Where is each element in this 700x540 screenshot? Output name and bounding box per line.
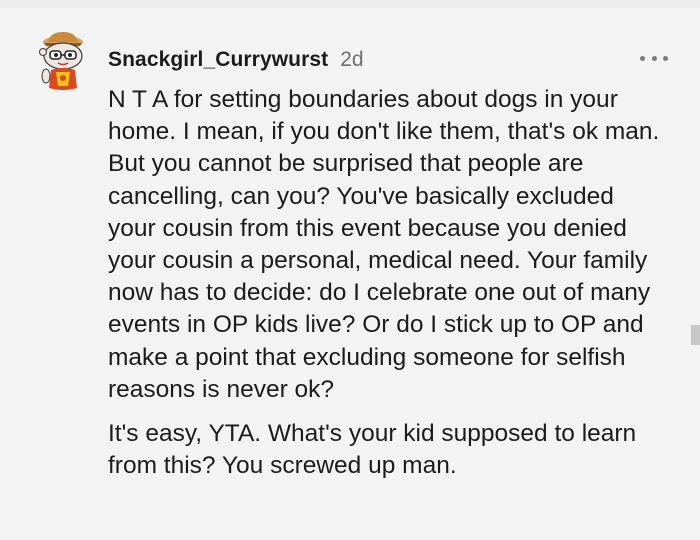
comment-card: Snackgirl_Currywurst 2d N T A for settin… bbox=[0, 8, 700, 540]
comment-paragraph: It's easy, YTA. What's your kid supposed… bbox=[108, 420, 637, 480]
comment-header: Snackgirl_Currywurst 2d bbox=[108, 48, 364, 76]
comment-body: N T A for setting boundaries about dogs … bbox=[108, 84, 668, 482]
dot bbox=[640, 55, 645, 61]
more-options-icon[interactable] bbox=[640, 52, 668, 64]
username-link[interactable]: Snackgirl_Currywurst bbox=[108, 48, 328, 72]
scrollbar-thumb[interactable] bbox=[691, 325, 700, 345]
comment-age: 2d bbox=[340, 48, 364, 71]
comment-paragraph: N T A for setting boundaries about dogs … bbox=[108, 86, 660, 403]
snoo-avatar-icon[interactable] bbox=[34, 30, 92, 92]
dot bbox=[663, 55, 668, 61]
top-divider bbox=[0, 0, 700, 8]
dot bbox=[651, 55, 657, 61]
